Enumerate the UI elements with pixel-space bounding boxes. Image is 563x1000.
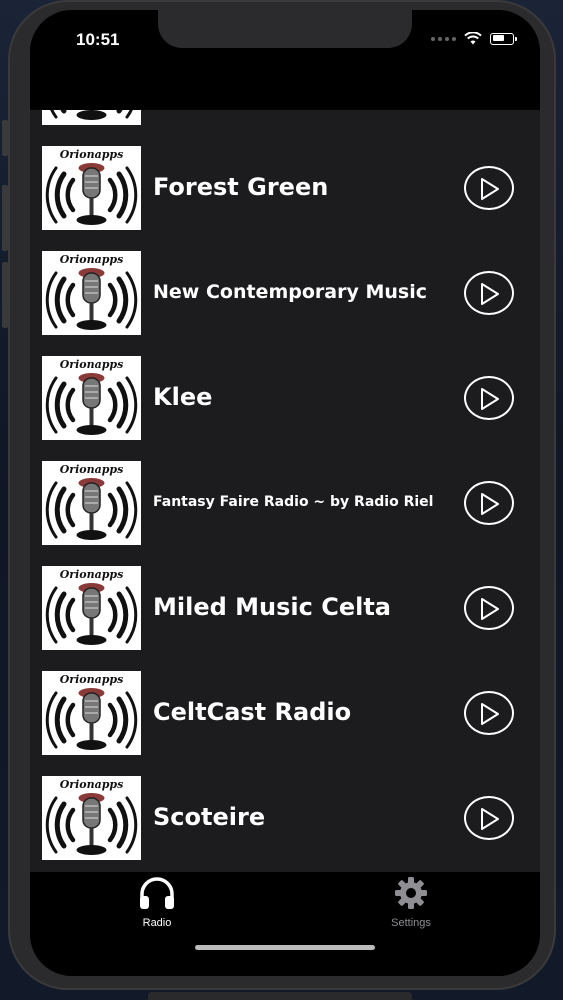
logo-brand-text: Orionapps bbox=[60, 253, 124, 266]
play-button[interactable] bbox=[464, 271, 514, 315]
station-name: Miled Music Celta bbox=[153, 593, 391, 621]
station-logo: Orionapps bbox=[42, 146, 141, 230]
status-time: 10:51 bbox=[76, 30, 120, 49]
station-logo: Orionapps bbox=[42, 671, 141, 755]
logo-brand-text: Orionapps bbox=[60, 778, 124, 791]
station-name: Forest Green bbox=[153, 173, 329, 201]
station-logo: Orionapps bbox=[42, 461, 141, 545]
station-row[interactable]: Orionapps CeltCast Radio bbox=[30, 671, 540, 776]
station-logo: Orionapps bbox=[42, 566, 141, 650]
gear-icon bbox=[395, 877, 427, 909]
station-row[interactable]: Orionapps Forest Green bbox=[30, 146, 540, 251]
station-list[interactable]: Orionapps Orionapps bbox=[30, 110, 540, 872]
app-screen: 10:51 Orionapps Forest Green Orionapps N… bbox=[30, 10, 540, 976]
station-row[interactable]: Orionapps Fantasy Faire Radio ~ by Radio… bbox=[30, 461, 540, 566]
logo-brand-text: Orionapps bbox=[60, 463, 124, 476]
play-icon bbox=[481, 388, 499, 410]
station-logo: Orionapps bbox=[42, 251, 141, 335]
tab-radio[interactable]: Radio bbox=[117, 876, 197, 929]
notch bbox=[158, 10, 412, 48]
wifi-icon bbox=[464, 32, 482, 45]
station-logo: Orionapps bbox=[42, 356, 141, 440]
tab-settings[interactable]: Settings bbox=[371, 876, 451, 929]
volume-down-button bbox=[2, 262, 8, 328]
play-button[interactable] bbox=[464, 481, 514, 525]
play-icon bbox=[481, 808, 499, 830]
home-indicator[interactable] bbox=[195, 945, 375, 950]
station-name: Klee bbox=[153, 383, 213, 411]
station-logo: Orionapps bbox=[42, 776, 141, 860]
station-name: Scoteire bbox=[153, 803, 266, 831]
station-name: CeltCast Radio bbox=[153, 698, 352, 726]
play-icon bbox=[481, 703, 499, 725]
station-name: Fantasy Faire Radio ~ by Radio Riel bbox=[153, 494, 434, 510]
logo-brand-text: Orionapps bbox=[60, 673, 124, 686]
logo-brand-text: Orionapps bbox=[60, 148, 124, 161]
station-row[interactable]: Orionapps Scoteire bbox=[30, 776, 540, 872]
play-button[interactable] bbox=[464, 691, 514, 735]
signal-icon bbox=[431, 36, 456, 41]
play-icon bbox=[481, 598, 499, 620]
station-logo-partial: Orionapps bbox=[42, 110, 141, 125]
play-button[interactable] bbox=[464, 796, 514, 840]
play-button[interactable] bbox=[464, 376, 514, 420]
play-icon bbox=[481, 283, 499, 305]
station-row[interactable]: Orionapps New Contemporary Music bbox=[30, 251, 540, 356]
device-bottom-edge bbox=[148, 992, 412, 1000]
play-button[interactable] bbox=[464, 166, 514, 210]
play-icon bbox=[481, 493, 499, 515]
tab-bar: Radio Settings bbox=[30, 872, 540, 976]
tab-radio-label: Radio bbox=[142, 917, 172, 929]
station-name: New Contemporary Music bbox=[153, 281, 427, 303]
play-button[interactable] bbox=[464, 586, 514, 630]
station-row[interactable]: Orionapps Klee bbox=[30, 356, 540, 461]
status-icons bbox=[431, 32, 517, 45]
station-row[interactable]: Orionapps Miled Music Celta bbox=[30, 566, 540, 671]
tab-settings-label: Settings bbox=[391, 917, 431, 929]
headphones-icon bbox=[140, 877, 174, 909]
logo-brand-text: Orionapps bbox=[60, 568, 124, 581]
mute-switch bbox=[2, 120, 8, 156]
logo-brand-text: Orionapps bbox=[60, 358, 124, 371]
play-icon bbox=[481, 178, 499, 200]
battery-icon bbox=[490, 32, 517, 45]
volume-up-button bbox=[2, 185, 8, 251]
